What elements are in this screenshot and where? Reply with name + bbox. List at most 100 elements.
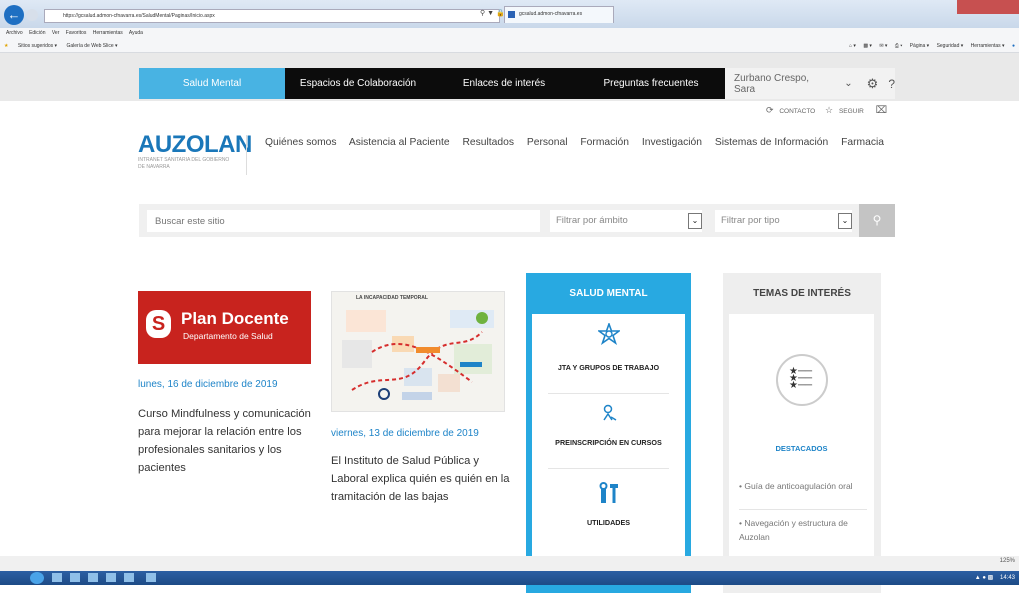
temas-interes-title: TEMAS DE INTERÉS [753,288,851,299]
news-date: viernes, 13 de diciembre de 2019 [331,428,479,439]
taskbar-app-icon[interactable] [52,573,62,582]
infographic-illustration [342,310,494,400]
help-icon[interactable]: ● [1012,43,1015,49]
mail-icon[interactable]: ✉ ▾ [879,43,887,49]
favorite-galeria-web-slice[interactable]: Galería de Web Slice ▾ [66,43,117,49]
nav-personal[interactable]: Personal [527,137,568,148]
logo-subtitle: Intranet Sanitaria del Gobierno de Navar… [138,157,230,170]
search-input[interactable] [147,210,540,232]
logo-divider [246,135,247,175]
site-logo[interactable]: AUZOLAN [138,133,252,157]
search-button[interactable]: ⚲ [859,204,895,237]
utility-links: ⟳ CONTACTO ☆ SEGUIR ⌧ [766,105,891,116]
person-cursor-icon[interactable] [532,404,685,429]
menu-edicion[interactable]: Edición [29,30,45,36]
user-name[interactable]: Zurbano Crespo, Sara [734,73,828,95]
command-seguridad[interactable]: Seguridad ▾ [937,43,964,49]
filter-type-value: Filtrar por tipo [721,215,780,226]
menu-ver[interactable]: Ver [52,30,60,36]
nav-investigacion[interactable]: Investigación [642,137,702,148]
news-image-incapacidad-temporal[interactable]: LA INCAPACIDAD TEMPORAL [331,291,505,412]
tab-espacios-colaboracion[interactable]: Espacios de Colaboración [285,68,431,99]
zoom-level[interactable]: 125% [1000,558,1015,564]
nav-sistemas-informacion[interactable]: Sistemas de Información [715,137,828,148]
salud-mental-title: SALUD MENTAL [569,288,648,299]
browser-tab[interactable]: gcsalud.admon-cfnavarra.es [504,6,614,23]
utilidades-link[interactable]: UTILIDADES [532,518,685,527]
tema-guia-anticoagulacion-link[interactable]: • Guía de anticoagulación oral [739,479,867,493]
nav-asistencia-paciente[interactable]: Asistencia al Paciente [349,137,450,148]
taskbar-app-icon[interactable] [146,573,156,582]
chevron-down-icon[interactable]: ⌄ [844,78,852,89]
window-close-button[interactable] [957,0,1019,14]
divider [548,393,669,394]
browser-status-bar [0,556,1019,571]
filter-scope-select[interactable]: Filtrar por ámbito ⌄ [550,210,702,232]
menu-favoritos[interactable]: Favoritos [66,30,87,36]
jta-grupos-trabajo-link[interactable]: JTA Y GRUPOS DE TRABAJO [532,363,685,372]
command-herramientas[interactable]: Herramientas ▾ [971,43,1005,49]
main-nav: Quiénes somos Asistencia al Paciente Res… [265,137,884,148]
command-pagina[interactable]: Página ▾ [910,43,929,49]
top-nav: Salud Mental Espacios de Colaboración En… [139,68,725,99]
clock[interactable]: 14:43 [1000,575,1015,581]
nav-resultados[interactable]: Resultados [462,137,514,148]
nav-quienes-somos[interactable]: Quiénes somos [265,137,337,148]
back-button[interactable]: ← [4,5,24,25]
star-list-glyph: ★── ★── ★── [789,366,813,391]
favorite-sitios-sugeridos[interactable]: Sitios sugeridos ▾ [18,43,57,49]
menu-herramientas[interactable]: Herramientas [93,30,123,36]
feeds-icon[interactable]: ▩ ▾ [863,43,872,49]
divider [548,468,669,469]
favorites-star-icon[interactable]: ★ [4,43,8,49]
divider [739,509,867,510]
forward-button[interactable] [26,9,38,21]
banner-subtitle: Departamento de Salud [183,331,273,341]
banner-title: Plan Docente [181,309,289,328]
user-menu[interactable]: Zurbano Crespo, Sara ⌄ ⚙ ? [725,68,895,99]
print-icon[interactable]: ⎙ ▾ [895,43,903,49]
tab-enlaces-interes[interactable]: Enlaces de interés [431,68,577,99]
nav-formacion[interactable]: Formación [580,137,629,148]
filter-type-select[interactable]: Filtrar por tipo ⌄ [715,210,852,232]
taskbar-app-icon[interactable] [124,573,134,582]
search-icon: ⚲ [872,213,882,227]
preinscripcion-cursos-link[interactable]: PREINSCRIPCIÓN EN CURSOS [532,438,685,447]
plan-docente-logo-icon: S [146,310,171,338]
gear-icon[interactable]: ⚙ [867,76,879,92]
tema-label: Navegación y estructura de Auzolan [739,518,848,542]
contact-icon[interactable]: ⟳ [766,105,774,115]
salud-mental-list [532,314,685,584]
command-bar: ⌂ ▾ ▩ ▾ ✉ ▾ ⎙ ▾ Página ▾ Seguridad ▾ Her… [843,39,1015,53]
news-headline-link[interactable]: El Instituto de Salud Pública y Laboral … [331,452,511,506]
menu-bar: Archivo Edición Ver Favoritos Herramient… [0,28,1019,39]
destacados-heading: DESTACADOS [775,444,828,453]
plan-docente-banner[interactable]: S Plan Docente Departamento de Salud [138,291,311,364]
star-network-icon[interactable] [532,321,685,350]
contact-link[interactable]: CONTACTO [779,108,815,115]
follow-link[interactable]: SEGUIR [839,108,864,115]
taskbar-app-icon[interactable] [70,573,80,582]
nav-farmacia[interactable]: Farmacia [841,137,884,148]
system-tray: ▲ ● ▩ 14:43 [970,572,1015,584]
menu-ayuda[interactable]: Ayuda [129,30,143,36]
tools-icon[interactable] [532,482,685,509]
tab-favicon-icon [508,11,515,18]
news-headline-link[interactable]: Curso Mindfulness y comunicación para me… [138,405,313,477]
tray-icons[interactable]: ▲ ● ▩ [975,575,994,581]
star-icon[interactable]: ☆ [825,105,833,115]
start-button-icon[interactable] [30,572,44,584]
help-icon[interactable]: ? [888,77,895,91]
taskbar-app-icon[interactable] [88,573,98,582]
chevron-down-icon[interactable]: ⌄ [688,213,702,229]
taskbar-app-icon[interactable] [106,573,116,582]
tab-salud-mental[interactable]: Salud Mental [139,68,285,99]
tab-preguntas-frecuentes[interactable]: Preguntas frecuentes [577,68,725,99]
home-icon[interactable]: ⌂ ▾ [849,43,856,49]
chevron-down-icon[interactable]: ⌄ [838,213,852,229]
tema-label: Guía de anticoagulación oral [744,481,853,491]
address-bar[interactable]: https://gcsalud.admon-cfnavarra.es/Salud… [44,9,500,23]
tema-navegacion-estructura-link[interactable]: • Navegación y estructura de Auzolan [739,516,867,544]
menu-archivo[interactable]: Archivo [6,30,23,36]
fullscreen-icon[interactable]: ⌧ [876,105,888,116]
